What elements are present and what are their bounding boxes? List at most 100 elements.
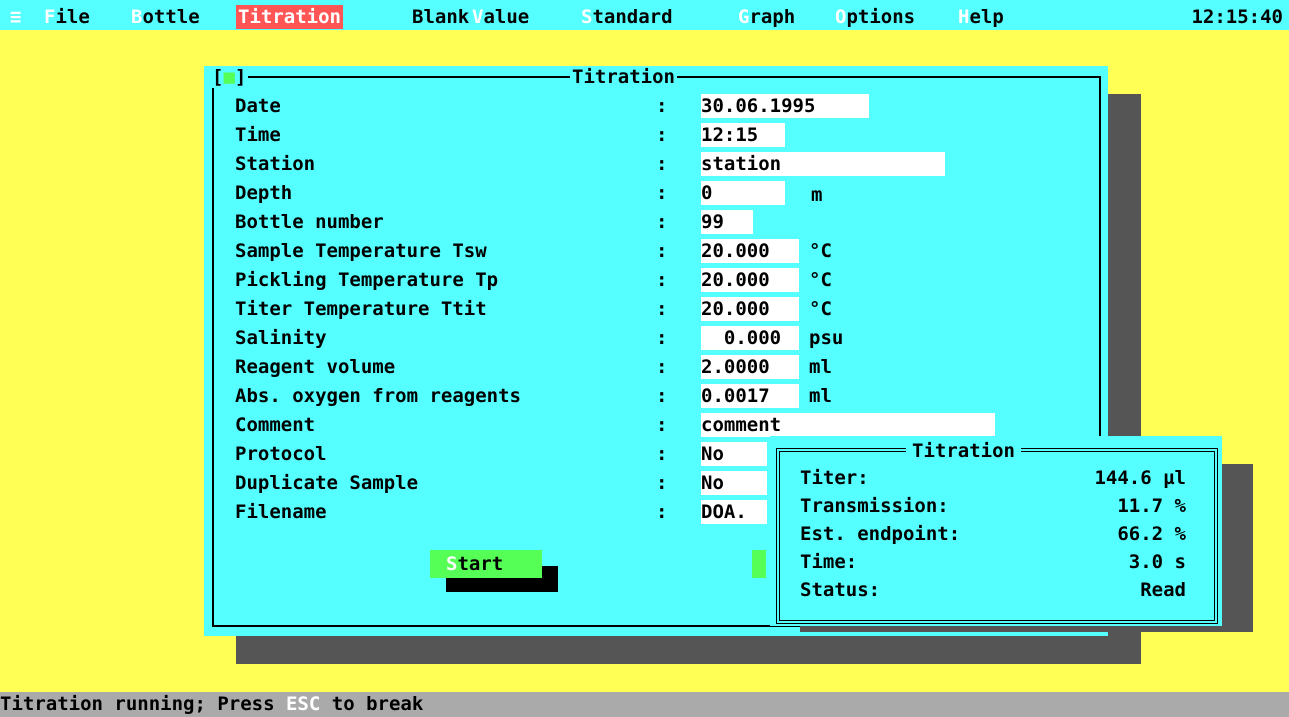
close-box[interactable]: [■] <box>212 66 249 88</box>
titer-temperature-unit: °C <box>809 298 832 320</box>
pickling-temperature-unit: °C <box>809 269 832 291</box>
menu-options[interactable]: Options <box>835 5 915 29</box>
status-label: Status: <box>800 579 881 601</box>
menu-titration-label: Titration <box>238 6 341 28</box>
menu-bottle-label: ottle <box>142 6 200 28</box>
reagent-volume-field[interactable]: 2.0000 <box>701 355 799 379</box>
dialog-title: Titration <box>570 66 677 88</box>
menu-bottle[interactable]: Bottle <box>131 5 200 29</box>
menu-value-label: alue <box>483 6 530 28</box>
depth-unit: m <box>811 184 823 206</box>
label-reagent-volume: Reagent volume <box>235 356 396 378</box>
label-date: Date <box>235 95 281 117</box>
colon: : <box>656 269 668 291</box>
titer-temperature-field[interactable]: 20.000 <box>701 297 799 321</box>
label-bottle-number: Bottle number <box>235 211 384 233</box>
start-button[interactable]: Start <box>430 550 542 578</box>
titration-progress-popup: Titration Titer: 144.6 µl Transmission: … <box>770 436 1222 626</box>
colon: : <box>656 356 668 378</box>
clock: 12:15:40 <box>1191 6 1283 28</box>
menu-file[interactable]: File <box>44 5 90 29</box>
label-comment: Comment <box>235 414 316 436</box>
pickling-temperature-field[interactable]: 20.000 <box>701 268 799 292</box>
titer-label: Titer: <box>800 467 869 489</box>
status-text-after: to break <box>320 693 424 715</box>
est-endpoint-value: 66.2 % <box>1117 523 1186 545</box>
menu-blank-label: Blank <box>412 6 470 28</box>
protocol-field[interactable]: No <box>701 442 767 466</box>
close-box-open: [ <box>212 66 224 88</box>
menu-standard-hotkey: S <box>581 6 593 28</box>
menu-options-label: ptions <box>846 6 916 28</box>
status-text-before: Titration running; Press <box>0 693 286 715</box>
system-menu-icon[interactable]: ≡ <box>10 5 21 29</box>
status-bar: Titration running; Press ESC to break <box>0 692 1289 717</box>
time-value: 3.0 s <box>1128 551 1186 573</box>
menu-bar: ≡ File Bottle Titration Blank Value Stan… <box>0 0 1289 30</box>
salinity-field[interactable]: 0.000 <box>701 326 799 350</box>
menu-bottle-hotkey: B <box>131 6 143 28</box>
label-protocol: Protocol <box>235 443 327 465</box>
time-label: Time: <box>800 551 858 573</box>
colon: : <box>656 414 668 436</box>
bottle-number-field[interactable]: 99 <box>701 210 753 234</box>
depth-field[interactable]: 0 <box>701 181 785 205</box>
label-station: Station <box>235 153 316 175</box>
colon: : <box>656 182 668 204</box>
transmission-value: 11.7 % <box>1117 495 1186 517</box>
status-value: Read <box>1140 579 1186 601</box>
status-esc-key: ESC <box>285 693 321 715</box>
colon: : <box>656 153 668 175</box>
colon: : <box>656 385 668 407</box>
label-duplicate-sample: Duplicate Sample <box>235 472 419 494</box>
salinity-unit: psu <box>809 327 844 349</box>
station-field[interactable]: station <box>701 152 945 176</box>
start-button-label: tart <box>457 553 504 575</box>
label-titer-temperature: Titer Temperature Ttit <box>235 298 487 320</box>
abs-oxygen-unit: ml <box>809 385 832 407</box>
titer-value: 144.6 µl <box>1094 467 1186 489</box>
menu-standard-label: tandard <box>592 6 673 28</box>
menu-file-label: ile <box>55 6 90 28</box>
label-time: Time <box>235 124 281 146</box>
menu-standard[interactable]: Standard <box>581 5 673 29</box>
colon: : <box>656 327 668 349</box>
close-icon: ■ <box>223 66 235 88</box>
duplicate-sample-field[interactable]: No <box>701 471 767 495</box>
colon: : <box>656 95 668 117</box>
menu-help-label: elp <box>969 6 1004 28</box>
est-endpoint-label: Est. endpoint: <box>800 523 961 545</box>
label-pickling-temperature: Pickling Temperature Tp <box>235 269 499 291</box>
label-salinity: Salinity <box>235 327 327 349</box>
menu-blank[interactable]: Blank <box>412 5 469 29</box>
menu-titration[interactable]: Titration <box>236 5 343 29</box>
menu-graph-hotkey: G <box>738 6 750 28</box>
time-field[interactable]: 12:15 <box>701 123 785 147</box>
abs-oxygen-field[interactable]: 0.0017 <box>701 384 799 408</box>
label-abs-oxygen: Abs. oxygen from reagents <box>235 385 521 407</box>
reagent-volume-unit: ml <box>809 356 832 378</box>
start-button-hotkey: S <box>446 553 458 575</box>
transmission-label: Transmission: <box>800 495 949 517</box>
colon: : <box>656 443 668 465</box>
comment-field[interactable]: comment <box>701 413 995 437</box>
colon: : <box>656 298 668 320</box>
menu-help-hotkey: H <box>958 6 970 28</box>
menu-value-hotkey: V <box>472 6 484 28</box>
menu-graph-label: raph <box>749 6 796 28</box>
colon: : <box>656 124 668 146</box>
date-field[interactable]: 30.06.1995 <box>701 94 869 118</box>
close-box-close: ] <box>234 66 247 88</box>
colon: : <box>656 240 668 262</box>
menu-value[interactable]: Value <box>472 5 529 29</box>
label-depth: Depth <box>235 182 293 204</box>
menu-file-hotkey: F <box>44 6 56 28</box>
sample-temperature-field[interactable]: 20.000 <box>701 239 799 263</box>
popup-title: Titration <box>906 439 1021 463</box>
label-filename: Filename <box>235 501 327 523</box>
menu-graph[interactable]: Graph <box>738 5 795 29</box>
colon: : <box>656 211 668 233</box>
second-button[interactable] <box>752 550 766 578</box>
menu-help[interactable]: Help <box>958 5 1004 29</box>
filename-field[interactable]: DOA. <box>701 500 767 524</box>
